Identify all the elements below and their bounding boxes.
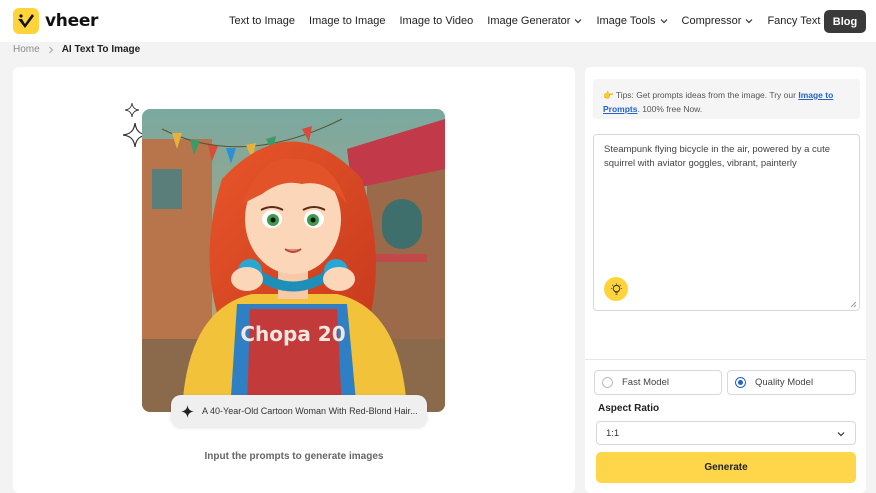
chevron-down-icon	[837, 432, 845, 437]
chevron-right-icon	[48, 46, 54, 53]
radio-icon	[602, 377, 613, 388]
top-header: vheer Text to Image Image to Image Image…	[0, 0, 876, 42]
blog-button[interactable]: Blog	[824, 10, 866, 33]
nav-image-to-image[interactable]: Image to Image	[309, 15, 385, 27]
tips-box: 👉 Tips: Get prompts ideas from the image…	[593, 79, 860, 119]
nav-label: Image Tools	[596, 15, 656, 27]
nav-fancy-text[interactable]: Fancy Text	[767, 15, 832, 27]
chevron-down-icon	[746, 19, 753, 24]
nav-image-tools[interactable]: Image Tools	[596, 15, 667, 27]
nav-image-to-video[interactable]: Image to Video	[399, 15, 473, 27]
tips-suffix: . 100% free Now.	[637, 104, 703, 114]
sample-image: Chopa 20	[142, 109, 445, 412]
divider	[585, 359, 866, 360]
sparkle-icon	[181, 404, 194, 418]
nav-label: Fancy Text	[767, 15, 821, 27]
aspect-ratio-value: 1:1	[606, 427, 620, 439]
aspect-ratio-select[interactable]: 1:1	[596, 421, 856, 445]
chevron-down-icon	[575, 19, 582, 24]
nav-text-to-image[interactable]: Text to Image	[229, 15, 295, 27]
logo-icon	[13, 8, 39, 34]
nav-label: Image to Image	[309, 15, 386, 27]
sample-prompt-text: A 40-Year-Old Cartoon Woman With Red-Blo…	[202, 406, 418, 416]
chevron-down-icon	[660, 19, 667, 24]
prompt-textarea[interactable]: Steampunk flying bicycle in the air, pow…	[593, 134, 860, 311]
breadcrumb: Home AI Text To Image	[13, 44, 140, 55]
aspect-ratio-label: Aspect Ratio	[598, 403, 660, 414]
fast-model-label: Fast Model	[622, 377, 669, 388]
resize-handle-icon[interactable]	[850, 301, 857, 308]
nav-label: Compressor	[681, 15, 742, 27]
nav-label: Image to Video	[399, 15, 474, 27]
sample-prompt-chip[interactable]: A 40-Year-Old Cartoon Woman With Red-Blo…	[171, 395, 427, 427]
tips-text: Tips: Get prompts ideas from the image. …	[615, 90, 796, 100]
prompt-idea-button[interactable]	[604, 277, 628, 301]
nav-label: Text to Image	[229, 15, 296, 27]
quality-model-option[interactable]: Quality Model	[727, 370, 856, 395]
svg-text:Chopa 20: Chopa 20	[240, 322, 345, 346]
empty-state-hint: Input the prompts to generate images	[204, 451, 384, 462]
logo[interactable]: vheer	[13, 8, 98, 34]
generate-button[interactable]: Generate	[596, 452, 856, 483]
breadcrumb-current: AI Text To Image	[61, 44, 141, 55]
nav-compressor[interactable]: Compressor	[682, 15, 754, 27]
breadcrumb-home[interactable]: Home	[13, 44, 40, 55]
radio-selected-icon	[735, 377, 746, 388]
nav-label: Image Generator	[487, 15, 571, 27]
sparkle-icon	[125, 103, 139, 117]
pointing-hand-icon: 👉	[603, 90, 614, 100]
preview-panel: Chopa 20 A 40-Year-Old Cartoon Woman Wit…	[13, 67, 575, 493]
nav-image-generator[interactable]: Image Generator	[487, 15, 582, 27]
main-nav: Text to Image Image to Image Image to Vi…	[229, 0, 846, 42]
prompt-value: Steampunk flying bicycle in the air, pow…	[604, 144, 831, 169]
controls-panel: 👉 Tips: Get prompts ideas from the image…	[585, 67, 866, 493]
quality-model-label: Quality Model	[755, 377, 814, 388]
logo-text: vheer	[45, 11, 99, 31]
fast-model-option[interactable]: Fast Model	[594, 370, 722, 395]
lightbulb-icon	[610, 282, 622, 295]
